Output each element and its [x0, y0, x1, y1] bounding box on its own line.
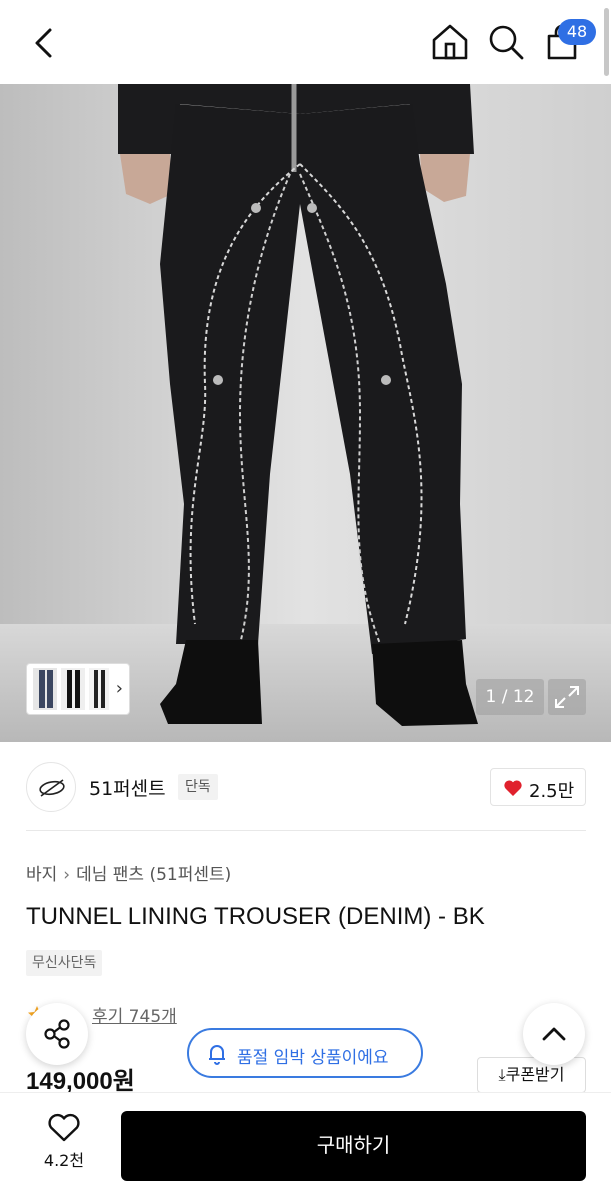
- brand-like-button[interactable]: 2.5만: [490, 768, 586, 806]
- breadcrumb: 바지 › 데님 팬츠 (51퍼센트): [26, 860, 231, 885]
- home-icon: [432, 24, 468, 60]
- back-button[interactable]: [22, 22, 66, 66]
- review-count-link[interactable]: 후기 745개: [92, 1002, 177, 1027]
- image-counter: 1 / 12: [476, 679, 544, 715]
- breadcrumb-item-subcategory[interactable]: 데님 팬츠 (51퍼센트): [76, 865, 231, 885]
- search-button[interactable]: [484, 20, 528, 64]
- brand-logo[interactable]: [26, 762, 76, 812]
- share-button[interactable]: [26, 1003, 88, 1065]
- brand-like-count: 2.5만: [529, 781, 575, 802]
- product-title: TUNNEL LINING TROUSER (DENIM) - BK: [26, 903, 485, 930]
- download-icon: ⤓: [498, 1065, 506, 1084]
- breadcrumb-separator: ›: [63, 865, 71, 885]
- brand-exclusive-tag: 단독: [178, 774, 218, 800]
- brand-logo-mark: [39, 779, 65, 797]
- home-button[interactable]: [428, 20, 472, 64]
- share-icon: [44, 1019, 70, 1049]
- product-photo-trousers: [0, 84, 611, 742]
- product-price: 149,000원: [26, 1068, 135, 1095]
- heart-outline-icon: [48, 1113, 80, 1142]
- product-image[interactable]: ›: [0, 84, 611, 742]
- search-icon: [489, 25, 524, 60]
- toast-text: 품절 임박 상품이에요: [237, 1048, 389, 1068]
- buy-button[interactable]: 구매하기: [121, 1111, 586, 1181]
- wishlist-button[interactable]: 4.2천: [30, 1113, 98, 1173]
- exclusive-tag: 무신사단독: [26, 950, 103, 976]
- top-navigation-bar: 48: [0, 0, 611, 84]
- low-stock-toast: 품절 임박 상품이에요: [187, 1028, 423, 1078]
- bell-icon: [209, 1045, 225, 1065]
- breadcrumb-item-category[interactable]: 바지: [26, 865, 57, 885]
- bottom-action-bar: 4.2천 구매하기: [0, 1092, 611, 1200]
- chevron-left-icon: [35, 28, 52, 58]
- wishlist-count: 4.2천: [43, 1151, 85, 1170]
- heart-filled-icon: [504, 780, 522, 796]
- expand-button[interactable]: [548, 679, 586, 715]
- chevron-right-icon: ›: [115, 678, 123, 699]
- brand-row: 51퍼센트 단독 2.5만: [0, 742, 611, 830]
- expand-icon: [555, 686, 579, 708]
- divider: [26, 830, 586, 831]
- scroll-top-button[interactable]: [523, 1003, 585, 1065]
- scrollbar[interactable]: [603, 0, 611, 84]
- coupon-label: 쿠폰받기: [505, 1065, 565, 1084]
- cart-count-badge: 48: [558, 19, 596, 45]
- thumbnail-strip[interactable]: ›: [26, 663, 130, 715]
- thumbnail-image: [33, 668, 109, 710]
- chevron-up-icon: [542, 1027, 566, 1041]
- brand-name[interactable]: 51퍼센트: [89, 774, 166, 801]
